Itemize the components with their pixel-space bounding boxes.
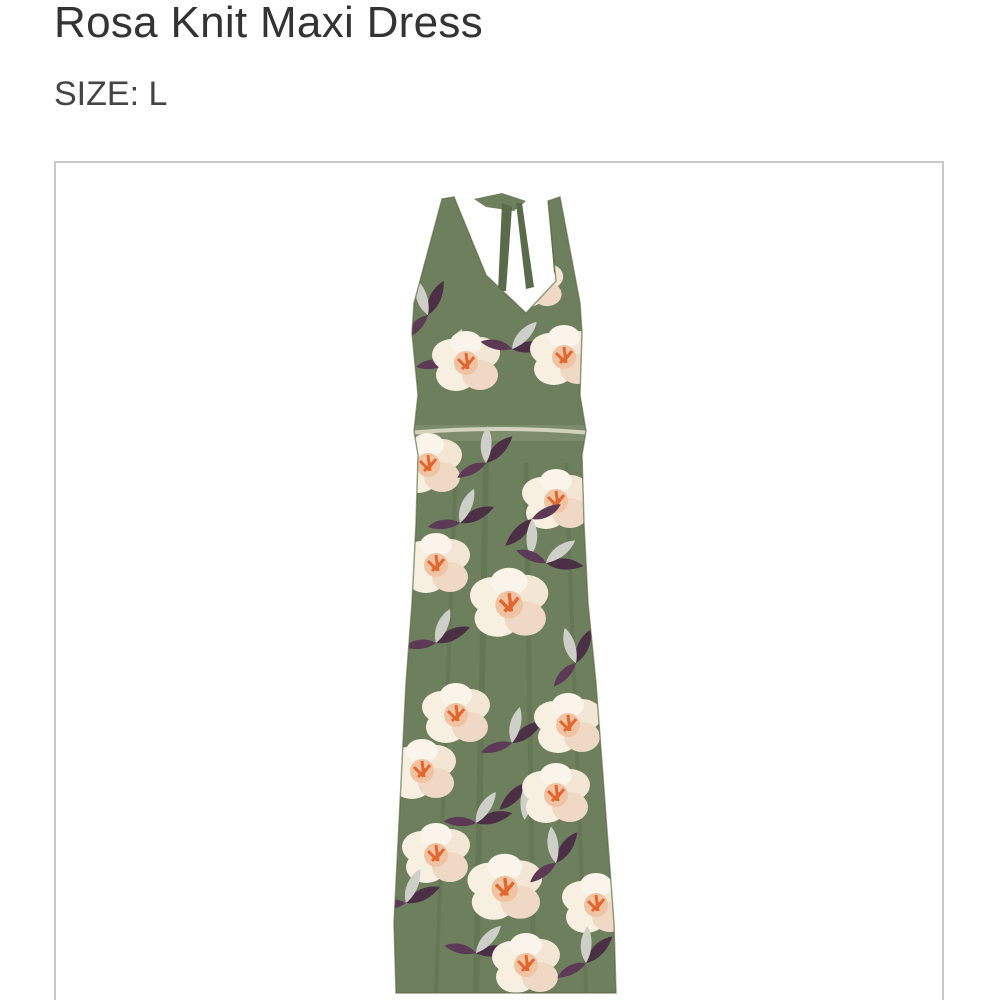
size-value: L — [148, 75, 168, 113]
product-image-frame[interactable] — [54, 161, 944, 1000]
size-label: SIZE: — [54, 75, 140, 113]
size-line: SIZE: L — [54, 74, 167, 114]
product-title: Rosa Knit Maxi Dress — [54, 0, 484, 47]
dress-image — [393, 193, 617, 994]
product-page: Rosa Knit Maxi Dress SIZE: L — [0, 0, 1000, 1000]
